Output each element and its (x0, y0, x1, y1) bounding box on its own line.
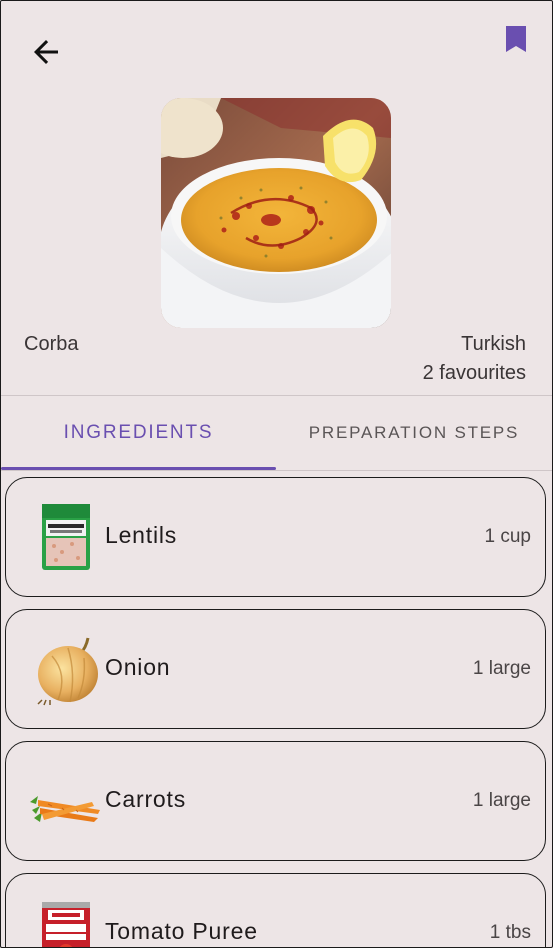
ingredient-name: Carrots (105, 786, 187, 812)
ingredient-quantity: 1 large (472, 658, 531, 679)
top-bar (1, 1, 552, 91)
ingredient-quantity: 1 cup (484, 526, 531, 547)
favourites-count: 2 favourites (422, 362, 526, 384)
ingredient-card-onion[interactable]: Onion 1 large (5, 609, 546, 729)
ingredient-quantity: 1 tbs (489, 922, 531, 943)
tomato-puree-can-icon (28, 898, 102, 947)
ingredient-name: Onion (105, 654, 171, 680)
ingredient-card-carrots[interactable]: Carrots 1 large (5, 741, 546, 861)
recipe-name: Corba (24, 333, 79, 355)
arrow-left-icon (34, 40, 58, 64)
carrots-icon (28, 766, 102, 838)
recipe-image (161, 98, 391, 328)
onion-icon (28, 634, 102, 706)
tab-preparation-steps[interactable]: PREPARATION STEPS (276, 396, 552, 469)
ingredient-quantity: 1 large (472, 790, 531, 811)
ingredient-name: Lentils (105, 522, 178, 548)
tab-divider (1, 470, 552, 471)
lentils-bag-icon (28, 502, 102, 574)
ingredient-card-tomato-puree[interactable]: Tomato Puree 1 tbs (5, 873, 546, 947)
bookmark-icon (506, 26, 526, 52)
tab-ingredients[interactable]: INGREDIENTS (1, 396, 276, 469)
app-screen: Corba Turkish 2 favourites INGREDIENTS P… (0, 0, 553, 948)
bookmark-button[interactable] (496, 19, 536, 59)
recipe-cuisine: Turkish (461, 333, 526, 355)
back-button[interactable] (23, 29, 69, 75)
ingredient-name: Tomato Puree (105, 918, 258, 944)
tab-bar: INGREDIENTS PREPARATION STEPS (1, 396, 552, 471)
ingredient-card-lentils[interactable]: Lentils 1 cup (5, 477, 546, 597)
